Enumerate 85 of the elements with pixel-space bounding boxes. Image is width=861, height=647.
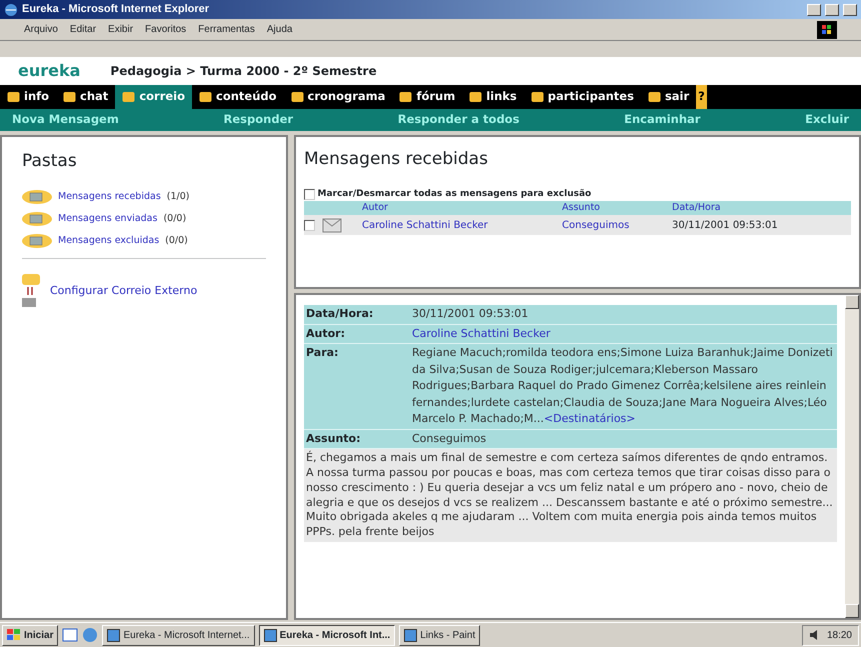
date-cell-text: 30/11/2001 09:53:01 <box>672 218 779 233</box>
nav-tab[interactable]: conteúdo <box>192 85 284 109</box>
envelope-icon <box>22 234 52 248</box>
panel-title: Pastas <box>22 150 78 173</box>
folder-count: (1/0) <box>166 190 190 204</box>
menu-item[interactable]: Exibir <box>108 22 134 37</box>
help-button[interactable]: ? <box>696 85 707 109</box>
message-body: É, chegamos a mais um final de semestre e com certeza saímos diferentes de qndo entramos. A nossa turma passou por poucas e boas, mas com certeza temos que tirar coisas disso para o nosso crescimento : ) Eu queria desejar a vcs um feliz natal e um própero ano - novo, cheio de alegria e que os desejos d vcs se realizem ... Descanssem bastante e até o próximo semestre... Muito obrigada akeles q me ajudaram ... Voltem com muita energia pois ainda temos muitos PPPs. pela frente beijos <box>304 449 837 542</box>
checkbox-label: Marcar/Desmarcar todas as mensagens para exclusão <box>318 188 592 200</box>
start-button[interactable]: Iniciar <box>2 624 58 646</box>
action-link[interactable]: Encaminhar <box>624 111 700 129</box>
clock: 18:20 <box>826 628 852 642</box>
logo: eureka <box>18 60 80 82</box>
folder-count: (0/0) <box>165 234 188 248</box>
nav-tab[interactable]: fórum <box>392 85 462 109</box>
folder-link[interactable]: Mensagens enviadas <box>58 212 158 226</box>
field-label: Data/Hora: <box>305 306 374 322</box>
field-value: 30/11/2001 09:53:01 <box>412 306 530 322</box>
author-link[interactable]: Caroline Schattini Becker <box>362 218 562 233</box>
scrollbar[interactable] <box>845 295 859 618</box>
action-link[interactable]: Excluir <box>805 111 849 129</box>
envelope-icon <box>322 217 342 234</box>
nav-icon <box>469 91 482 103</box>
nav-tab[interactable]: correio <box>115 85 192 109</box>
quick-launch-icon <box>62 627 78 643</box>
field-label: Para: <box>305 345 340 361</box>
folder-link[interactable]: Mensagens excluidas <box>58 234 160 248</box>
menu-item[interactable]: Ajuda <box>266 22 292 37</box>
taskbar-button[interactable]: Eureka - Microsoft Int... <box>258 624 396 646</box>
recipients-text: Regiane Macuch;romilda teodora ens;Simone Luiza Baranhuk;Jaime Donizeti da Silva;Susan de Souza Rodiger;julcemara;Kleberson Massaro Rodrigues;Barbara Raquel do Prado Gimenez Corrêa;kelsilene aires reinlein fernandes;lurdete castelan;Claudia de Souza;Jane Mara Nogueira Alves;Léo Marcelo P. Machado;M...<Destinatários> <box>412 345 834 427</box>
action-link[interactable]: Responder a todos <box>398 111 520 129</box>
scroll-down-button[interactable] <box>845 604 859 618</box>
nav-tab[interactable]: info <box>0 85 56 109</box>
taskbar-button[interactable]: Eureka - Microsoft Internet... <box>102 624 255 646</box>
nav-tab[interactable]: cronograma <box>284 85 392 109</box>
windows-logo-icon <box>817 20 837 38</box>
field-value: Conseguimos <box>412 430 488 446</box>
envelope-icon <box>22 190 52 204</box>
window-title: Eureka - Microsoft Internet Explorer <box>22 2 210 18</box>
nav-tab[interactable]: links <box>462 85 524 109</box>
nav-icon <box>530 91 544 103</box>
window-icon <box>404 628 418 642</box>
external-mail-link[interactable]: Configurar Correio Externo <box>50 283 198 300</box>
nav-icon <box>63 91 76 103</box>
nav-tab[interactable]: sair <box>640 85 696 109</box>
field-label: Assunto: <box>305 430 362 446</box>
breadcrumb: Pedagogia > Turma 2000 - 2º Semestre <box>110 63 377 80</box>
checkbox[interactable] <box>304 188 315 200</box>
nav-icon <box>122 91 136 103</box>
maximize-button[interactable] <box>825 4 839 16</box>
field-label: Autor: <box>305 326 346 342</box>
menu-item[interactable]: Favoritos <box>145 22 186 37</box>
browser-icon <box>82 627 98 643</box>
subject-link[interactable]: Conseguimos <box>562 218 672 233</box>
windows-logo-icon <box>7 629 21 641</box>
taskbar-button[interactable]: Links - Paint <box>399 624 480 646</box>
nav-icon <box>399 91 412 103</box>
column-header: Autor <box>362 201 389 215</box>
nav-icon <box>7 91 20 103</box>
author-link[interactable]: Caroline Schattini Becker <box>412 326 550 340</box>
window-icon <box>107 628 120 642</box>
checkbox[interactable] <box>304 220 315 231</box>
minimize-button[interactable] <box>807 4 821 16</box>
folder-count: (0/0) <box>163 212 186 226</box>
column-header: Data/Hora <box>672 201 722 215</box>
nav-icon <box>199 91 212 103</box>
nav-icon <box>648 91 661 103</box>
recipients-link[interactable]: <Destinatários> <box>544 412 636 425</box>
close-button[interactable] <box>843 4 857 16</box>
nav-tab[interactable]: participantes <box>524 85 641 109</box>
action-link[interactable]: Nova Mensagem <box>12 111 119 129</box>
menu-item[interactable]: Editar <box>70 22 96 37</box>
menu-item[interactable]: Ferramentas <box>198 22 255 37</box>
nav-tab[interactable]: chat <box>56 85 116 109</box>
window-icon <box>264 628 277 642</box>
nav-icon <box>290 91 304 103</box>
envelope-icon <box>22 212 52 226</box>
browser-icon <box>4 2 18 16</box>
menu-item[interactable]: Arquivo <box>24 22 58 37</box>
panel-title: Mensagens recebidas <box>304 148 489 171</box>
folder-link[interactable]: Mensagens recebidas <box>58 190 161 204</box>
message-row[interactable]: Caroline Schattini Becker Conseguimos 30/11/2001 09:53:01 <box>304 215 851 236</box>
column-header: Assunto <box>562 201 601 215</box>
action-link[interactable]: Responder <box>224 111 294 129</box>
scroll-up-button[interactable] <box>845 295 859 309</box>
